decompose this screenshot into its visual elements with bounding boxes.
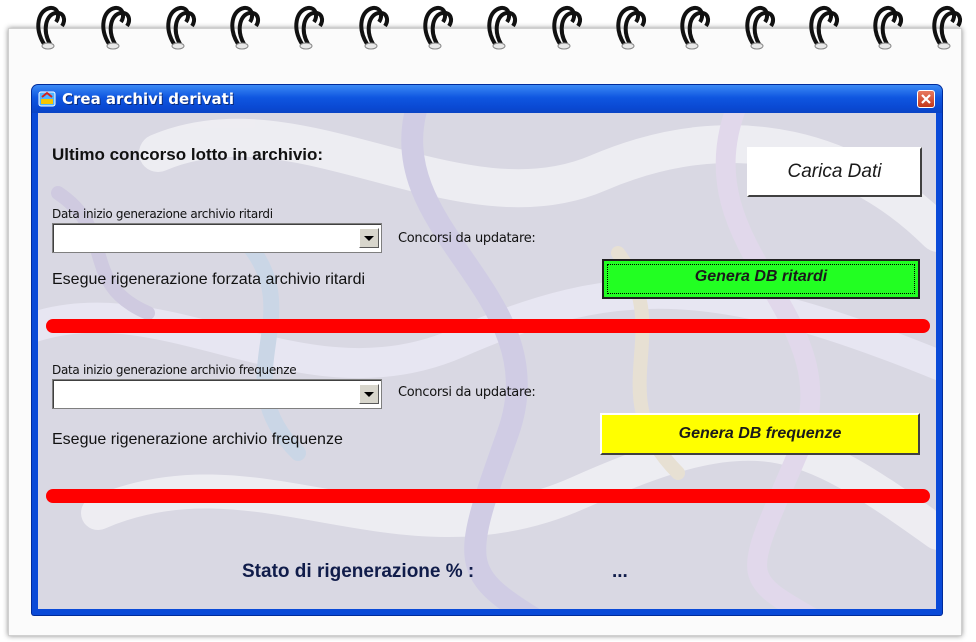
spiral-binding xyxy=(36,5,962,51)
chevron-down-icon[interactable] xyxy=(359,228,379,248)
generate-ritardi-button[interactable]: Genera DB ritardi xyxy=(602,259,920,299)
ritardi-start-dropdown[interactable] xyxy=(52,223,382,253)
ritardi-update-label: Concorsi da updatare: xyxy=(398,231,536,246)
frequenze-update-label: Concorsi da updatare: xyxy=(398,385,536,400)
window-title: Crea archivi derivati xyxy=(62,90,234,108)
status-value: ... xyxy=(612,561,628,582)
close-button[interactable] xyxy=(917,90,935,108)
status-label: Stato di rigenerazione % : xyxy=(242,561,475,582)
ritardi-progress-bar xyxy=(46,319,930,333)
title-bar[interactable]: Crea archivi derivati xyxy=(32,85,942,113)
generate-frequenze-button[interactable]: Genera DB frequenze xyxy=(600,413,920,455)
focus-outline xyxy=(607,264,915,294)
dialog-client-area: Ultimo concorso lotto in archivio: Caric… xyxy=(38,113,936,609)
load-data-button[interactable]: Carica Dati xyxy=(747,147,922,197)
dialog-window: Crea archivi derivati Ultimo concorso lo… xyxy=(32,85,942,615)
last-contest-label: Ultimo concorso lotto in archivio: xyxy=(52,145,324,164)
frequenze-regen-label: Esegue rigenerazione archivio frequenze xyxy=(52,431,343,448)
frequenze-start-dropdown[interactable] xyxy=(52,379,382,409)
ritardi-start-label: Data inizio generazione archivio ritardi xyxy=(52,207,273,221)
chevron-down-icon[interactable] xyxy=(359,384,379,404)
app-icon xyxy=(38,91,56,107)
frequenze-progress-bar xyxy=(46,489,930,503)
close-icon xyxy=(921,94,931,104)
frequenze-start-label: Data inizio generazione archivio frequen… xyxy=(52,363,297,377)
ritardi-force-label: Esegue rigenerazione forzata archivio ri… xyxy=(52,271,366,288)
